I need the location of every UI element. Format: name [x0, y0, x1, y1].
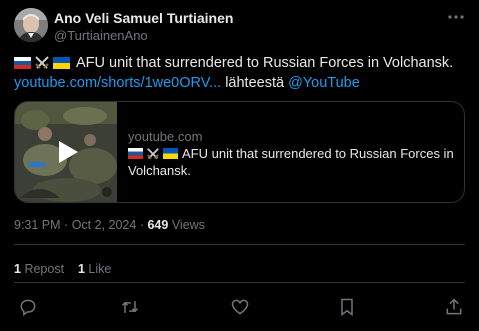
via-text: lähteestä [225, 75, 285, 91]
link-preview-card[interactable]: youtube.com AFU unit that surrendered to… [14, 101, 465, 203]
likes-stat[interactable]: 1 Like [78, 262, 111, 276]
tweet-text: AFU unit that surrendered to Russian For… [14, 53, 469, 93]
more-options-icon[interactable] [445, 8, 467, 26]
author-handle[interactable]: @TurtiainenAno [54, 28, 148, 43]
tweet-date[interactable]: Oct 2, 2024 [72, 218, 137, 232]
ukraine-flag-icon [53, 57, 70, 69]
avatar[interactable] [14, 8, 48, 42]
views-label: Views [171, 218, 205, 232]
meta-separator: · [139, 218, 144, 232]
meta-separator: · [64, 218, 69, 232]
share-icon[interactable] [442, 295, 466, 319]
youtube-mention[interactable]: @YouTube [288, 73, 360, 93]
views-count: 649 [147, 218, 169, 232]
russia-flag-icon [14, 57, 31, 69]
like-icon[interactable] [228, 295, 252, 319]
card-domain: youtube.com [128, 129, 203, 144]
tweet-time[interactable]: 9:31 PM [14, 218, 61, 232]
reposts-count: 1 [14, 262, 21, 276]
reposts-stat[interactable]: 1 Repost [14, 262, 64, 276]
bookmark-icon[interactable] [335, 295, 359, 319]
russia-flag-icon [128, 148, 143, 159]
ukraine-flag-icon [163, 148, 178, 159]
card-emoji-flags [128, 147, 178, 161]
divider [14, 282, 465, 283]
crossed-swords-icon [34, 55, 50, 71]
video-thumbnail[interactable] [15, 102, 117, 202]
retweet-icon[interactable] [118, 295, 142, 319]
engagement-stats: 1 Repost 1 Like [14, 262, 111, 276]
tweet-message: AFU unit that surrendered to Russian For… [76, 55, 454, 71]
reposts-label: Repost [24, 262, 65, 276]
emoji-flags [14, 55, 70, 71]
action-bar [14, 295, 465, 319]
divider [14, 244, 465, 245]
tweet-meta: 9:31 PM · Oct 2, 2024 · 649 Views [14, 218, 205, 232]
card-title: AFU unit that surrendered to Russian For… [128, 145, 458, 179]
crossed-swords-icon [146, 147, 160, 161]
reply-icon[interactable] [16, 295, 40, 319]
likes-label: Like [88, 262, 112, 276]
tweet-link[interactable]: youtube.com/shorts/1we0ORV... [14, 73, 221, 93]
likes-count: 1 [77, 262, 85, 276]
play-icon[interactable] [55, 139, 81, 165]
author-name[interactable]: Ano Veli Samuel Turtiainen [54, 10, 233, 26]
